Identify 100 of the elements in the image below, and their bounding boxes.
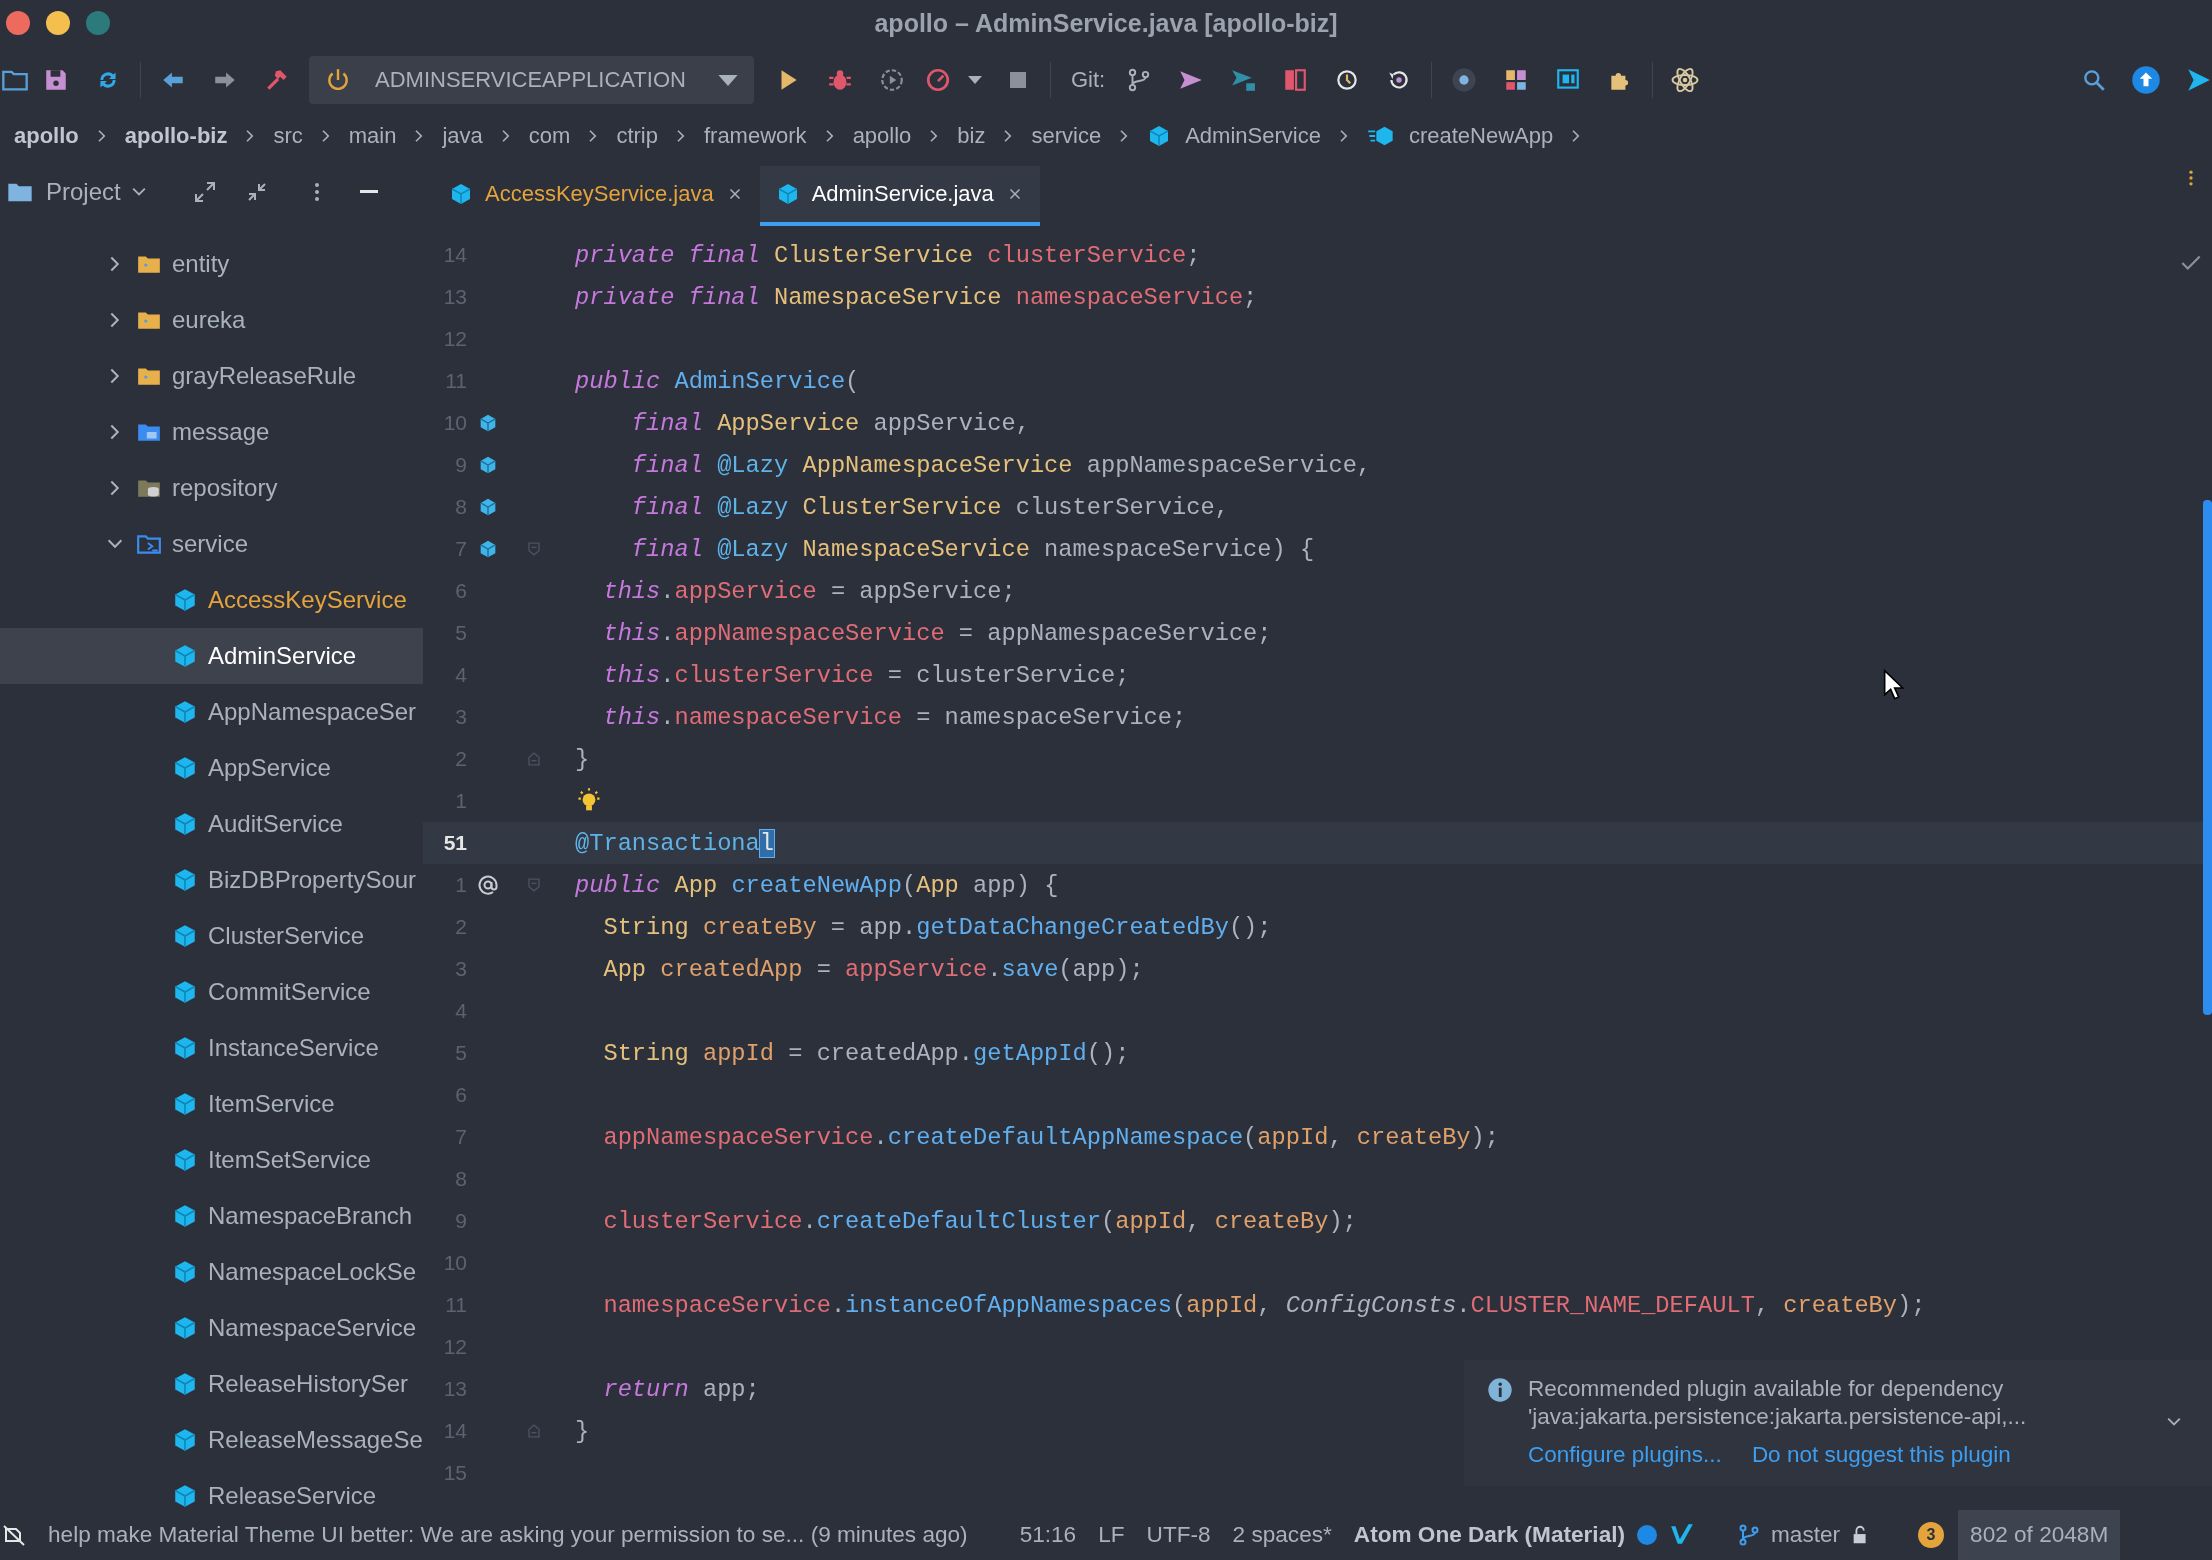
status-item[interactable]: 51:16 [1019, 1522, 1077, 1548]
tree-item[interactable]: ReleaseMessageSe [0, 1412, 423, 1468]
git-label: Git: [1071, 67, 1106, 93]
tree-item[interactable]: ReleaseHistorySer [0, 1356, 423, 1412]
tree-item[interactable]: ItemSetService [0, 1132, 423, 1188]
no-sync-icon[interactable] [2, 1523, 26, 1547]
breadcrumb-item[interactable]: framework [703, 123, 807, 149]
run-configuration-dropdown[interactable]: ADMINSERVICEAPPLICATION [309, 56, 754, 104]
send-icon[interactable] [2186, 67, 2212, 93]
notification-badge[interactable]: 3 [1918, 1522, 1945, 1548]
editor-tab[interactable]: AdminService.java [759, 166, 1040, 226]
code-line: this.namespaceService = namespaceService; [602, 703, 1187, 731]
notification-title: Recommended plugin available for dependency [1528, 1376, 2005, 1402]
info-icon [1486, 1376, 1514, 1404]
tree-item[interactable]: ReleaseService [0, 1468, 423, 1524]
minimize-window-button[interactable] [46, 11, 70, 35]
expand-icon[interactable] [192, 180, 217, 204]
breadcrumb-item[interactable]: biz [957, 123, 986, 149]
save-icon[interactable] [43, 67, 69, 93]
code-line: } [575, 745, 590, 773]
status-item[interactable]: LF [1098, 1522, 1125, 1548]
atom-icon[interactable] [1670, 65, 1701, 95]
close-window-button[interactable] [6, 11, 30, 35]
breadcrumb-item[interactable]: com [528, 123, 571, 149]
tree-item[interactable]: InstanceService [0, 1020, 423, 1076]
record-icon[interactable] [1450, 66, 1479, 94]
breadcrumb-item[interactable]: src [273, 123, 303, 149]
search-icon[interactable] [2081, 67, 2107, 93]
zoom-window-button[interactable] [86, 11, 110, 35]
breadcrumb-item[interactable]: ctrip [616, 123, 658, 149]
status-item[interactable]: UTF-8 [1146, 1522, 1211, 1548]
panel-title[interactable]: Project [46, 178, 121, 206]
editor-tab[interactable]: AccessKeyService.java [433, 166, 760, 226]
at-icon[interactable] [476, 873, 500, 897]
code-line: this.appService = appService; [602, 577, 1016, 605]
code-line: namespaceService.instanceOfAppNamespaces(appId, ConfigConsts.CLUSTER_NAME_DEFAULT, createBy); [602, 1291, 1926, 1319]
tree-item[interactable]: NamespaceService [0, 1300, 423, 1356]
tree-item[interactable]: AuditService [0, 796, 423, 852]
bean-icon[interactable] [477, 412, 499, 434]
code-line: appNamespaceService.createDefaultAppNamespace(appId, createBy); [602, 1123, 1499, 1151]
tree-item[interactable]: BizDBPropertySour [0, 852, 423, 908]
send-lock-icon[interactable] [1230, 67, 1257, 93]
memory-indicator[interactable]: 802 of 2048M [1958, 1510, 2121, 1560]
tree-item[interactable]: repository [0, 460, 423, 516]
upload-icon[interactable] [2131, 65, 2161, 95]
caret-icon[interactable] [968, 76, 982, 84]
status-item[interactable]: 2 spaces* [1232, 1522, 1332, 1548]
link[interactable]: Do not suggest this plugin [1751, 1442, 2011, 1468]
breadcrumb-item[interactable]: apollo-biz [124, 123, 228, 149]
class-icon [172, 1259, 198, 1285]
gauge-icon[interactable] [925, 67, 951, 93]
breadcrumb-item[interactable]: java [442, 123, 483, 149]
code-line: this.clusterService = clusterService; [602, 661, 1130, 689]
breadcrumb-item[interactable]: main [348, 123, 397, 149]
tree-item[interactable]: NamespaceLockSe [0, 1244, 423, 1300]
tree-item[interactable]: NamespaceBranch [0, 1188, 423, 1244]
class-icon [172, 1147, 198, 1173]
code-line: public App createNewApp(App app) { [575, 871, 1059, 899]
tree-item[interactable]: AdminService [0, 628, 423, 684]
class-icon [172, 923, 198, 949]
link[interactable]: Configure plugins... [1528, 1442, 1722, 1468]
tree-item[interactable]: CommitService [0, 964, 423, 1020]
coverage-icon[interactable] [879, 67, 905, 93]
code-line: @Transactional [575, 829, 774, 857]
class-icon [172, 1371, 198, 1397]
breadcrumb-item[interactable]: AdminService [1185, 123, 1321, 149]
hammer-icon[interactable] [264, 67, 290, 93]
tree-item[interactable]: message [0, 404, 423, 460]
tree-item[interactable]: AppNamespaceSer [0, 684, 423, 740]
code-line: private final NamespaceService namespaceService; [575, 283, 1258, 311]
class-icon [172, 1427, 198, 1453]
class-icon [172, 979, 198, 1005]
status-message[interactable]: help make Material Theme UI better: We are asking your permission to se... (9 minutes ago) [48, 1522, 968, 1548]
tree-item[interactable]: AppService [0, 740, 423, 796]
compare-icon[interactable] [1282, 67, 1309, 93]
class-icon [172, 1483, 198, 1509]
tree-item[interactable]: service [0, 516, 423, 572]
tree-item[interactable]: ClusterService [0, 908, 423, 964]
code-line: this.appNamespaceService = appNamespaceService; [602, 619, 1272, 647]
breadcrumb-item[interactable]: apollo [852, 123, 912, 149]
breadcrumb-item[interactable]: createNewApp [1408, 123, 1554, 149]
bean-icon[interactable] [477, 496, 499, 518]
tree-item[interactable]: entity [0, 236, 423, 292]
tree-item[interactable]: AccessKeyService [0, 572, 423, 628]
branch-name[interactable]: master [1771, 1522, 1841, 1548]
code-line: final @Lazy NamespaceService namespaceService) { [630, 535, 1315, 563]
bean-icon[interactable] [477, 454, 499, 476]
tree-item[interactable]: eureka [0, 292, 423, 348]
tree-item[interactable]: grayReleaseRule [0, 348, 423, 404]
debug-icon[interactable] [827, 67, 853, 93]
bean-icon[interactable] [477, 538, 499, 560]
class-icon [172, 1091, 198, 1117]
scrollbar[interactable] [2203, 500, 2212, 1015]
branch-icon [1737, 1523, 1761, 1547]
breadcrumb-item[interactable]: service [1031, 123, 1102, 149]
tree-item[interactable]: ItemService [0, 1076, 423, 1132]
class-icon [172, 643, 198, 669]
theme-name[interactable]: Atom One Dark (Material) [1353, 1522, 1625, 1548]
class-icon [172, 1315, 198, 1341]
breadcrumb-item[interactable]: apollo [14, 123, 79, 149]
